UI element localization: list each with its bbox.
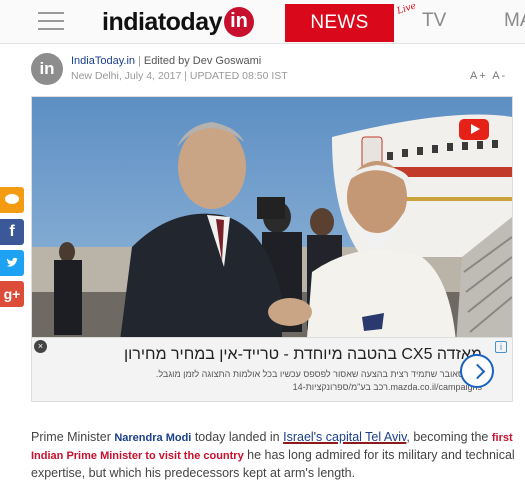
- source-avatar: in: [31, 53, 63, 85]
- ad-close-icon[interactable]: ×: [34, 340, 47, 353]
- ad-arrow-icon[interactable]: [460, 354, 494, 388]
- ad-banner[interactable]: × i מאזדה CX5 בהטבה מיוחדת - טרייד-אין ב…: [32, 337, 512, 401]
- nav-tab-next[interactable]: MA: [504, 10, 525, 32]
- hero-image[interactable]: × i מאזדה CX5 בהטבה מיוחדת - טרייד-אין ב…: [31, 96, 513, 402]
- place-link[interactable]: Israel's capital Tel Aviv: [283, 430, 406, 444]
- ad-info-icon[interactable]: i: [495, 341, 507, 353]
- article-text-3: , becoming the: [406, 430, 492, 444]
- byline-separator: |: [138, 55, 141, 67]
- font-size-controls[interactable]: A+ A-: [470, 70, 507, 82]
- site-header: indiatoday in NEWS Live TV MA: [0, 0, 525, 44]
- ad-headline[interactable]: מאזדה CX5 בהטבה מיוחדת - טרייד-אין במחיר…: [124, 346, 482, 364]
- article-body: Prime Minister Narendra Modi today lande…: [31, 429, 521, 482]
- logo-badge: in: [224, 7, 255, 37]
- ad-url[interactable]: 14-רכב בע"מ/ספרונקציות.mazda.co.il/campa…: [293, 382, 482, 392]
- article-text-2: today landed in: [191, 430, 284, 444]
- facebook-share-button[interactable]: f: [0, 219, 24, 245]
- nav-tab-news[interactable]: NEWS: [285, 4, 394, 42]
- youtube-play-icon[interactable]: [459, 119, 489, 140]
- comment-bubble: [5, 194, 19, 204]
- logo-text: indiatoday: [102, 7, 223, 36]
- menu-icon[interactable]: [38, 12, 64, 32]
- google-plus-share-button[interactable]: g+: [0, 281, 24, 307]
- editor-credit: Edited by Dev Goswami: [143, 55, 262, 67]
- ad-subtext: הקרוסאובר שתמיד רצית בהצעה שאסור לפספס ע…: [155, 369, 482, 379]
- source-link[interactable]: IndiaToday.in: [71, 55, 135, 67]
- twitter-icon[interactable]: [0, 250, 24, 276]
- site-logo[interactable]: indiatoday in: [102, 7, 255, 37]
- comment-icon[interactable]: [0, 187, 24, 213]
- byline: IndiaToday.in | Edited by Dev Goswami: [71, 55, 261, 67]
- article-text-1: Prime Minister: [31, 430, 115, 444]
- nav-tab-tv[interactable]: TV: [422, 10, 446, 32]
- live-badge: Live: [395, 1, 418, 17]
- person-link[interactable]: Narendra Modi: [114, 432, 191, 444]
- twitter-bird: [6, 257, 18, 267]
- dateline: New Delhi, July 4, 2017 | UPDATED 08:50 …: [71, 70, 288, 82]
